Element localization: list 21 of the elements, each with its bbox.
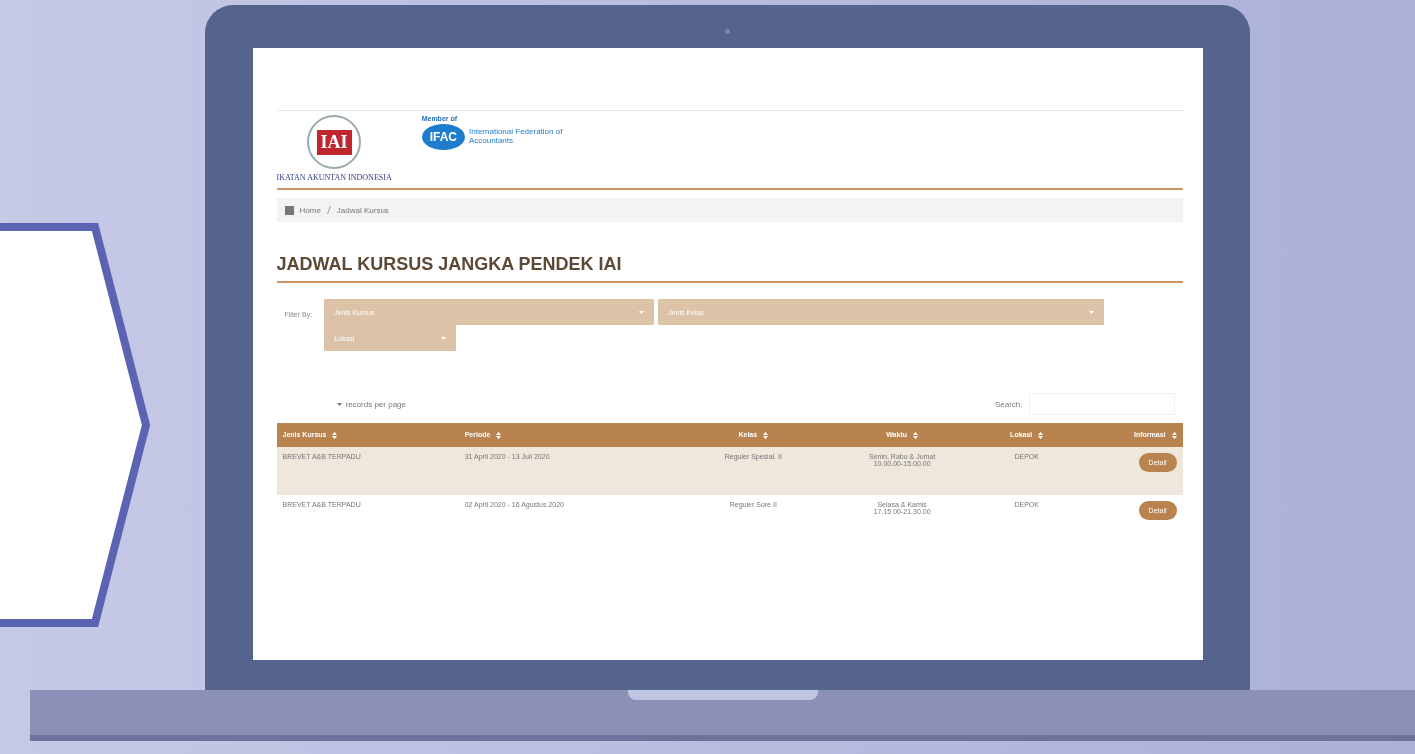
partner-logo: IFAC	[421, 124, 465, 150]
caret-icon	[441, 335, 447, 341]
sort-icon[interactable]	[763, 431, 769, 439]
page-title: JADWAL KURSUS JANGKA PENDEK IAI	[276, 254, 1183, 283]
sort-icon[interactable]	[1171, 431, 1177, 439]
home-icon	[284, 205, 294, 215]
search-label: Search:	[994, 399, 1023, 409]
sort-icon[interactable]	[913, 431, 918, 439]
partner-name: International Federation of Accountants	[469, 128, 564, 146]
caret-icon[interactable]	[336, 401, 342, 407]
sort-icon[interactable]	[1038, 431, 1044, 439]
breadcrumb-separator-icon	[326, 206, 331, 214]
sort-icon[interactable]	[496, 431, 502, 439]
breadcrumb-current: Jadwal Kursus	[336, 205, 389, 215]
org-name: IKATAN AKUNTAN INDONESIA	[276, 173, 392, 182]
breadcrumb-link[interactable]: Home	[299, 205, 321, 215]
caret-icon	[1089, 309, 1095, 315]
caret-icon	[639, 309, 645, 315]
records-per-page-label: records per page	[345, 399, 406, 409]
logo-text: IAI	[316, 129, 352, 155]
sort-icon[interactable]	[332, 431, 338, 439]
